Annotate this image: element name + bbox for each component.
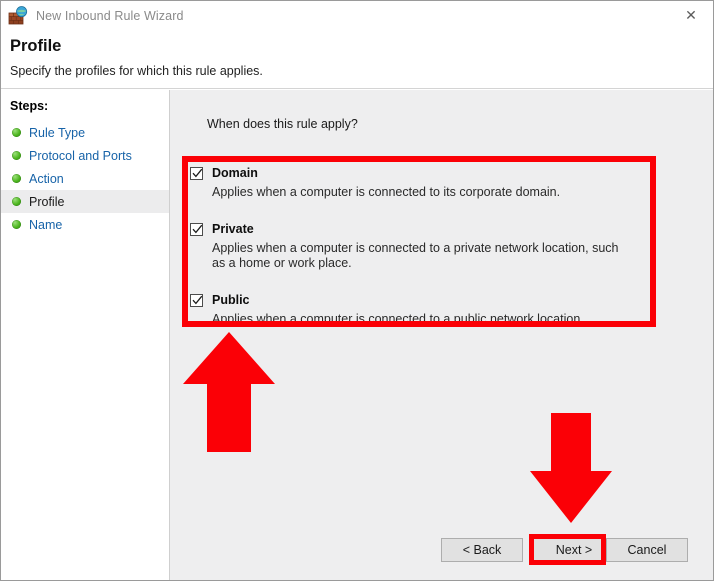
back-button[interactable]: < Back xyxy=(441,538,523,562)
sidebar-item-name[interactable]: Name xyxy=(1,213,169,236)
option-public-description: Applies when a computer is connected to … xyxy=(212,312,584,326)
checkbox-domain[interactable] xyxy=(190,167,203,180)
page-title: Profile xyxy=(10,37,62,55)
cancel-button[interactable]: Cancel xyxy=(606,538,688,562)
option-public-label: Public xyxy=(212,293,250,307)
annotation-arrow-down-icon xyxy=(530,413,612,523)
question-label: When does this rule apply? xyxy=(207,117,358,131)
page-subtitle: Specify the profiles for which this rule… xyxy=(10,64,263,78)
sidebar-item-profile[interactable]: Profile xyxy=(1,190,169,213)
option-domain-label: Domain xyxy=(212,166,258,180)
window-title: New Inbound Rule Wizard xyxy=(36,9,184,23)
checkbox-private[interactable] xyxy=(190,223,203,236)
step-bullet-icon xyxy=(12,174,21,183)
wizard-header: Profile Specify the profiles for which t… xyxy=(1,31,713,89)
sidebar-item-label: Name xyxy=(29,217,63,232)
option-public-head[interactable]: Public xyxy=(190,293,647,307)
wizard-window: New Inbound Rule Wizard ✕ Profile Specif… xyxy=(0,0,714,581)
sidebar-item-label: Action xyxy=(29,171,64,186)
option-private-description: Applies when a computer is connected to … xyxy=(212,241,619,270)
steps-sidebar: Steps: Rule Type Protocol and Ports Acti… xyxy=(1,90,170,580)
step-bullet-icon xyxy=(12,220,21,229)
option-private-head[interactable]: Private xyxy=(190,222,647,236)
step-bullet-icon xyxy=(12,151,21,160)
option-domain[interactable]: Domain Applies when a computer is connec… xyxy=(190,166,647,200)
steps-list: Rule Type Protocol and Ports Action Prof… xyxy=(1,121,169,236)
checkbox-public[interactable] xyxy=(190,294,203,307)
step-bullet-icon xyxy=(12,128,21,137)
profile-options-group: Domain Applies when a computer is connec… xyxy=(190,166,647,326)
annotation-arrow-up-icon xyxy=(183,332,275,452)
next-button[interactable]: Next > xyxy=(533,538,615,562)
option-public[interactable]: Public Applies when a computer is connec… xyxy=(190,293,647,327)
close-icon[interactable]: ✕ xyxy=(669,1,713,30)
sidebar-item-label: Protocol and Ports xyxy=(29,148,132,163)
sidebar-item-label: Profile xyxy=(29,194,65,209)
option-private[interactable]: Private Applies when a computer is conne… xyxy=(190,222,647,271)
sidebar-item-label: Rule Type xyxy=(29,125,86,140)
sidebar-item-rule-type[interactable]: Rule Type xyxy=(1,121,169,144)
firewall-brick-globe-icon xyxy=(8,6,28,26)
step-bullet-icon xyxy=(12,197,21,206)
option-domain-head[interactable]: Domain xyxy=(190,166,647,180)
title-bar: New Inbound Rule Wizard ✕ xyxy=(1,1,713,31)
option-domain-description: Applies when a computer is connected to … xyxy=(212,185,561,199)
sidebar-item-action[interactable]: Action xyxy=(1,167,169,190)
steps-heading: Steps: xyxy=(10,99,49,113)
button-bar: < Back Next > Cancel xyxy=(170,517,713,580)
sidebar-item-protocol-and-ports[interactable]: Protocol and Ports xyxy=(1,144,169,167)
option-private-label: Private xyxy=(212,222,254,236)
